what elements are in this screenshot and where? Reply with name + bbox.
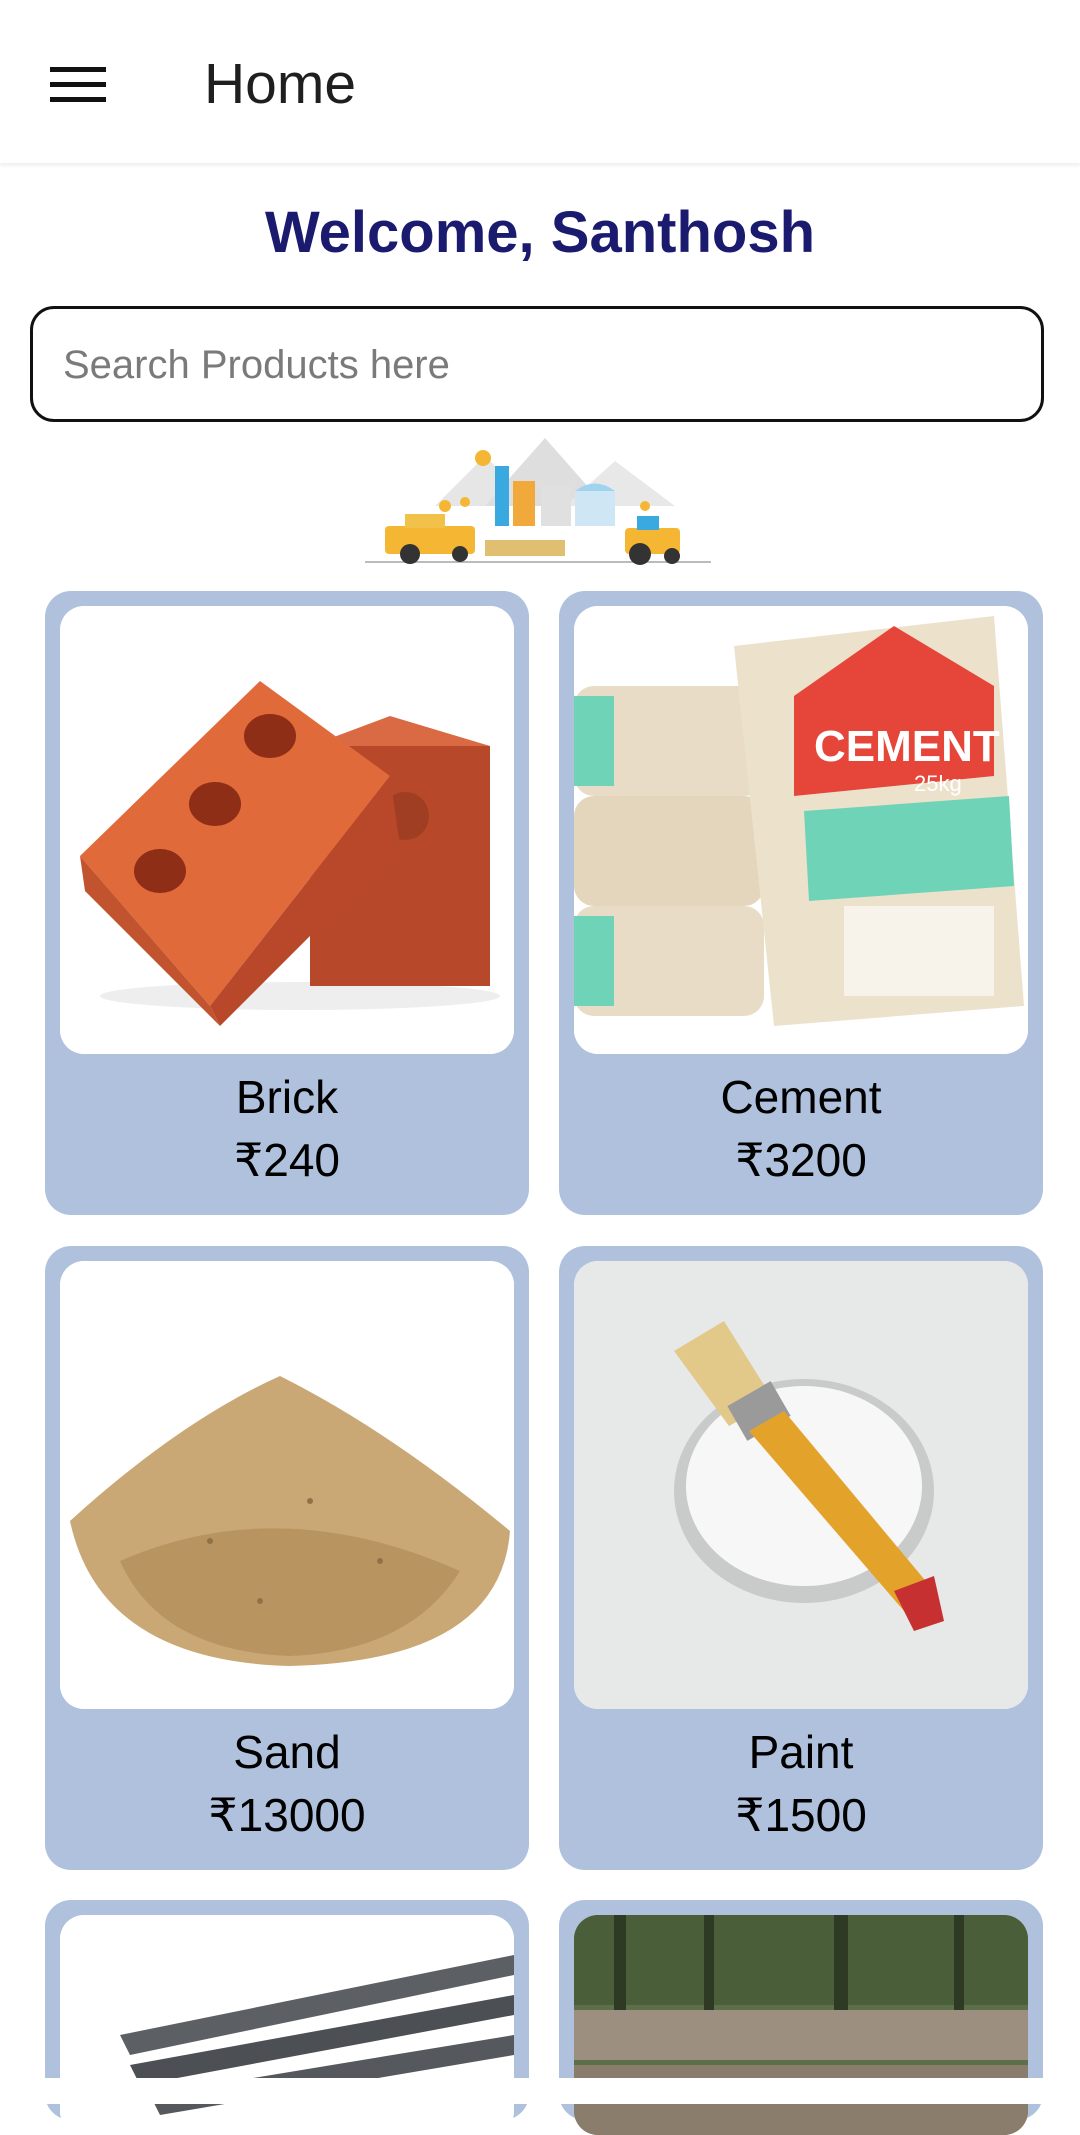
product-price: ₹240 <box>233 1134 340 1186</box>
product-price: ₹3200 <box>735 1134 867 1186</box>
paint-brush-image <box>574 1261 1028 1709</box>
svg-text:25kg: 25kg <box>914 771 962 796</box>
app-bar: Home <box>0 0 1080 164</box>
product-card-paint[interactable]: Paint ₹1500 <box>559 1246 1043 1870</box>
menu-button[interactable] <box>40 55 116 115</box>
cement-bags-image: CEMENT 25kg <box>574 606 1028 1054</box>
welcome-heading: Welcome, Santhosh <box>264 200 816 265</box>
product-card-brick[interactable]: Brick ₹240 <box>45 591 529 1215</box>
product-name: Sand <box>233 1726 341 1778</box>
sand-pile-image <box>60 1261 514 1709</box>
product-name: Brick <box>235 1071 339 1123</box>
search-input[interactable] <box>61 309 1015 421</box>
product-price: ₹1500 <box>735 1789 867 1841</box>
screen-bottom-edge <box>0 2078 1080 2104</box>
product-name: Cement <box>720 1071 882 1123</box>
product-card-cement[interactable]: CEMENT 25kg Cement ₹3200 <box>559 591 1043 1215</box>
product-name: Paint <box>748 1726 854 1778</box>
farm-banner-image <box>365 436 711 568</box>
product-card-sand[interactable]: Sand ₹13000 <box>45 1246 529 1870</box>
farm-illustration-icon <box>365 438 711 565</box>
search-box <box>30 306 1044 422</box>
page-title: Home <box>204 52 357 116</box>
brick-image <box>60 606 514 1054</box>
hamburger-menu-icon <box>50 67 106 102</box>
product-price: ₹13000 <box>208 1789 366 1841</box>
svg-text:CEMENT: CEMENT <box>814 722 1000 771</box>
